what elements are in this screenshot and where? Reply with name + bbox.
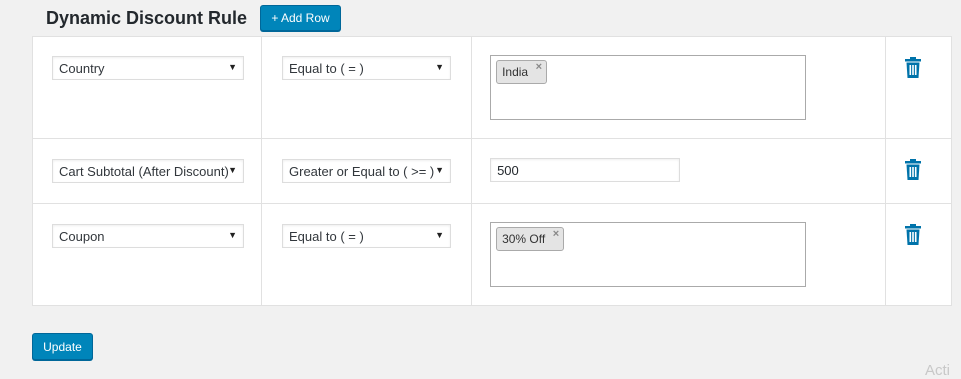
operator-cell: Equal to ( = ) ▼	[260, 36, 473, 139]
rule-row: Cart Subtotal (After Discount) ▼ Greater…	[32, 138, 952, 204]
field-select[interactable]: Coupon ▼	[52, 224, 244, 248]
value-cell: 500	[471, 138, 887, 204]
field-select[interactable]: Country ▼	[52, 56, 244, 80]
value-tag: India ×	[496, 60, 548, 84]
field-select-value: Cart Subtotal (After Discount)	[59, 163, 229, 179]
field-cell: Country ▼	[32, 36, 262, 139]
value-tag-label: 30% Off	[502, 232, 546, 246]
trash-icon[interactable]	[904, 57, 922, 78]
operator-select[interactable]: Greater or Equal to ( >= ) ▼	[282, 159, 451, 183]
trash-icon[interactable]	[904, 224, 922, 245]
caret-down-icon: ▼	[435, 165, 444, 175]
value-input-text: 500	[497, 162, 519, 178]
field-select-value: Country	[59, 60, 105, 76]
update-button[interactable]: Update	[32, 333, 93, 360]
value-multiselect[interactable]: 30% Off ×	[490, 222, 807, 287]
caret-down-icon: ▼	[228, 165, 237, 175]
trash-icon[interactable]	[904, 159, 922, 180]
caret-down-icon: ▼	[435, 230, 444, 240]
field-cell: Coupon ▼	[32, 203, 262, 306]
value-cell: 30% Off ×	[471, 203, 887, 306]
operator-cell: Greater or Equal to ( >= ) ▼	[260, 138, 473, 204]
close-icon[interactable]: ×	[536, 61, 542, 73]
page-title: Dynamic Discount Rule	[46, 7, 248, 28]
add-row-button[interactable]: + Add Row	[260, 5, 341, 31]
action-cell	[885, 36, 952, 139]
action-cell	[885, 138, 952, 204]
value-tag-label: India	[502, 65, 529, 79]
caret-down-icon: ▼	[228, 230, 237, 240]
field-select[interactable]: Cart Subtotal (After Discount) ▼	[52, 159, 244, 183]
value-cell: India ×	[471, 36, 887, 139]
rule-row: Coupon ▼ Equal to ( = ) ▼ 30% Off ×	[32, 203, 952, 306]
rule-row: Country ▼ Equal to ( = ) ▼ India ×	[32, 36, 952, 139]
action-cell	[885, 203, 952, 306]
field-select-value: Coupon	[59, 228, 105, 244]
value-input[interactable]: 500	[490, 158, 681, 182]
operator-cell: Equal to ( = ) ▼	[260, 203, 473, 306]
page-header: Dynamic Discount Rule	[46, 4, 247, 32]
caret-down-icon: ▼	[228, 62, 237, 72]
operator-select[interactable]: Equal to ( = ) ▼	[282, 56, 451, 80]
operator-select-value: Greater or Equal to ( >= )	[289, 163, 435, 179]
operator-select[interactable]: Equal to ( = ) ▼	[282, 224, 451, 248]
activation-watermark: Acti	[925, 362, 951, 379]
rules-table: Country ▼ Equal to ( = ) ▼ India × Cart …	[32, 36, 952, 306]
value-tag: 30% Off ×	[496, 227, 565, 251]
value-multiselect[interactable]: India ×	[490, 55, 807, 120]
close-icon[interactable]: ×	[553, 228, 559, 240]
operator-select-value: Equal to ( = )	[289, 228, 364, 244]
caret-down-icon: ▼	[435, 62, 444, 72]
operator-select-value: Equal to ( = )	[289, 60, 364, 76]
field-cell: Cart Subtotal (After Discount) ▼	[32, 138, 262, 204]
